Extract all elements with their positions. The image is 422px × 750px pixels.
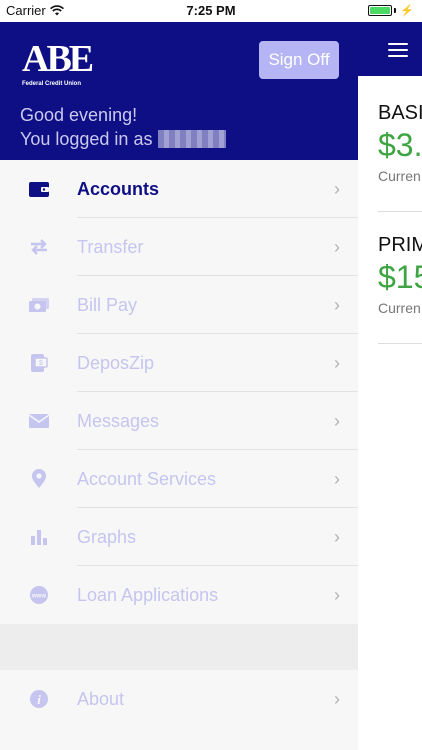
menu-item-label: Graphs — [77, 526, 137, 547]
transfer-arrows-icon — [31, 239, 47, 255]
hamburger-menu-icon[interactable] — [388, 43, 408, 61]
account-card[interactable]: BASI $3. Curren — [378, 102, 422, 184]
menu-item-label: About — [77, 688, 125, 709]
menu-item-label: Accounts — [77, 178, 160, 199]
charging-bolt-icon: ⚡ — [400, 5, 414, 17]
login-line: You logged in as — [20, 127, 227, 151]
chevron-right-icon: › — [334, 352, 340, 373]
main-content: BASI $3. Curren PRIM $15 Curren — [358, 0, 422, 750]
account-card[interactable]: PRIM $15 Curren — [378, 234, 422, 316]
logo-letters: ABE — [22, 38, 94, 80]
login-prefix: You logged in as — [20, 129, 153, 149]
menu-item-transfer[interactable]: Transfer › — [0, 218, 358, 276]
drawer-header: ABE Federal Credit Union Sign Off Good e… — [0, 22, 358, 160]
svg-text:www: www — [31, 594, 46, 600]
menu-item-deposzip[interactable]: $ DeposZip › — [0, 334, 358, 392]
battery-icon — [368, 5, 393, 16]
account-name: BASI — [378, 102, 422, 124]
chevron-right-icon: › — [334, 468, 340, 489]
divider — [378, 343, 422, 344]
www-icon: www — [30, 586, 48, 604]
account-balance-caption: Curren — [378, 300, 421, 316]
side-drawer: ABE Federal Credit Union Sign Off Good e… — [0, 0, 358, 750]
wallet-icon — [29, 182, 49, 197]
about-section: i About › — [0, 670, 358, 728]
menu-item-label: Bill Pay — [77, 294, 138, 315]
clock: 7:25 PM — [186, 3, 236, 18]
divider — [378, 211, 422, 212]
menu-item-label: Loan Applications — [77, 584, 219, 605]
sign-off-button[interactable]: Sign Off — [259, 41, 339, 79]
menu-item-label: Messages — [77, 410, 160, 431]
info-icon: i — [30, 690, 48, 708]
logo-subtitle: Federal Credit Union — [22, 81, 82, 87]
svg-text:i: i — [37, 692, 41, 707]
greeting-text: Good evening! — [20, 105, 138, 125]
masked-username — [158, 130, 227, 148]
menu-item-label: Account Services — [77, 468, 217, 489]
menu-item-bill-pay[interactable]: Bill Pay › — [0, 276, 358, 334]
drawer-menu: Accounts › Transfer › Bill Pay › $ Depos… — [0, 160, 358, 624]
account-name: PRIM — [378, 234, 422, 256]
chevron-right-icon: › — [334, 526, 340, 547]
menu-item-accounts[interactable]: Accounts › — [0, 160, 358, 218]
account-balance: $3. — [378, 127, 422, 163]
menu-item-graphs[interactable]: Graphs › — [0, 508, 358, 566]
menu-section-gap — [0, 624, 358, 670]
chevron-right-icon: › — [334, 688, 340, 709]
account-balance-caption: Curren — [378, 168, 421, 184]
menu-item-messages[interactable]: Messages › — [0, 392, 358, 450]
chevron-right-icon: › — [334, 294, 340, 315]
bar-graph-icon — [31, 530, 47, 545]
abe-logo: ABE Federal Credit Union — [22, 38, 94, 101]
greeting-block: Good evening! You logged in as — [20, 103, 227, 151]
chevron-right-icon: › — [334, 236, 340, 257]
battery-indicator: ⚡ — [368, 4, 414, 17]
chevron-right-icon: › — [334, 584, 340, 605]
chevron-right-icon: › — [334, 178, 340, 199]
menu-item-label: Transfer — [77, 236, 144, 257]
account-balance: $15 — [378, 259, 422, 295]
status-bar: Carrier 7:25 PM ⚡ — [0, 0, 422, 22]
location-pin-icon — [32, 469, 46, 488]
menu-item-label: DeposZip — [77, 352, 155, 373]
main-header — [358, 22, 422, 76]
deposit-phone-icon: $ — [31, 354, 48, 372]
envelope-icon — [28, 414, 50, 428]
menu-item-about[interactable]: i About › — [0, 670, 358, 728]
bill-pay-icon — [29, 298, 49, 312]
menu-item-loan-applications[interactable]: www Loan Applications › — [0, 566, 358, 624]
menu-item-account-services[interactable]: Account Services › — [0, 450, 358, 508]
svg-text:$: $ — [39, 360, 43, 367]
chevron-right-icon: › — [334, 410, 340, 431]
